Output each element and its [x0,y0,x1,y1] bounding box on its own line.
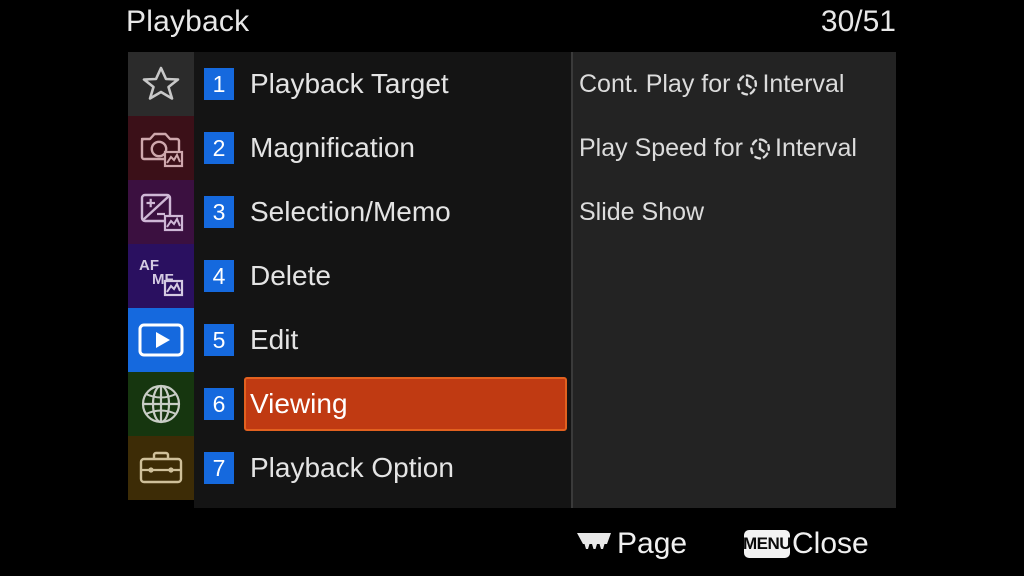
menu-row-label: Viewing [250,388,348,419]
camera-menu-screen: Playback 30/51 AF MF 1 Playback Target 2… [0,0,1024,576]
detail-row-prefix: Play Speed for [579,134,743,162]
page-title: Playback [126,5,250,38]
detail-row-suffix: Interval [775,134,857,162]
menu-row-number: 1 [204,68,234,100]
sidebar-item-setup[interactable] [128,436,194,500]
menu-row-number: 2 [204,132,234,164]
detail-row[interactable]: Play Speed for Interval [573,116,896,180]
menu-row-number: 4 [204,260,234,292]
menu-row-selected[interactable]: 6 Viewing [194,372,571,436]
af-mf-photo-icon: AF MF [137,254,185,298]
sidebar-item-playback[interactable] [128,308,194,372]
menu-row-label: Selection/Memo [250,196,451,227]
menu-row[interactable]: 1 Playback Target [194,52,571,116]
menu-row-number: 6 [204,388,234,420]
detail-panel: Cont. Play for Interval Play Speed for I… [573,52,896,508]
detail-row[interactable]: Slide Show [573,180,896,244]
guide-page[interactable]: Page [574,518,687,570]
menu-row[interactable]: 2 Magnification [194,116,571,180]
control-dial-icon [574,529,614,560]
menu-row-number: 3 [204,196,234,228]
star-icon [141,64,181,104]
guide-close[interactable]: MENU Close [743,518,869,570]
sidebar-item-shooting[interactable] [128,116,194,180]
sidebar-item-focus[interactable]: AF MF [128,244,194,308]
menu-row[interactable]: 3 Selection/Memo [194,180,571,244]
menu-row-label: Edit [250,324,299,355]
menu-row-number: 7 [204,452,234,484]
guide-page-label: Page [617,527,688,560]
sidebar: AF MF [128,52,194,508]
menu-row[interactable]: 5 Edit [194,308,571,372]
detail-row-suffix: Interval [762,70,845,98]
playback-icon [137,321,185,359]
menu-row[interactable]: 4 Delete [194,244,571,308]
menu-row-number: 5 [204,324,234,356]
bottom-guide-bar: Page MENU Close [0,518,1024,570]
page-counter: 30/51 [820,5,896,38]
menu-button-icon: MENU [743,530,792,558]
menu-row-label: Playback Option [250,452,454,483]
menu-row[interactable]: 7 Playback Option [194,436,571,500]
detail-row-prefix: Slide Show [579,198,705,226]
interval-icon [736,73,758,102]
interval-icon [749,137,771,166]
sidebar-item-my-menu[interactable] [128,52,194,116]
header: Playback 30/51 [0,0,1024,44]
menu-row-label: Delete [250,260,331,291]
menu-list: 1 Playback Target 2 Magnification 3 Sele… [194,52,571,508]
globe-icon [140,383,182,425]
menu-row-label: Magnification [250,132,415,163]
detail-row-prefix: Cont. Play for [579,70,731,98]
guide-close-label: Close [792,527,869,560]
sidebar-item-exposure-color[interactable] [128,180,194,244]
toolbox-icon [138,450,184,486]
exposure-photo-icon [138,191,184,233]
menu-row-label: Playback Target [250,68,449,99]
sidebar-item-network[interactable] [128,372,194,436]
detail-row[interactable]: Cont. Play for Interval [573,52,896,116]
camera-photo-icon [138,127,184,169]
